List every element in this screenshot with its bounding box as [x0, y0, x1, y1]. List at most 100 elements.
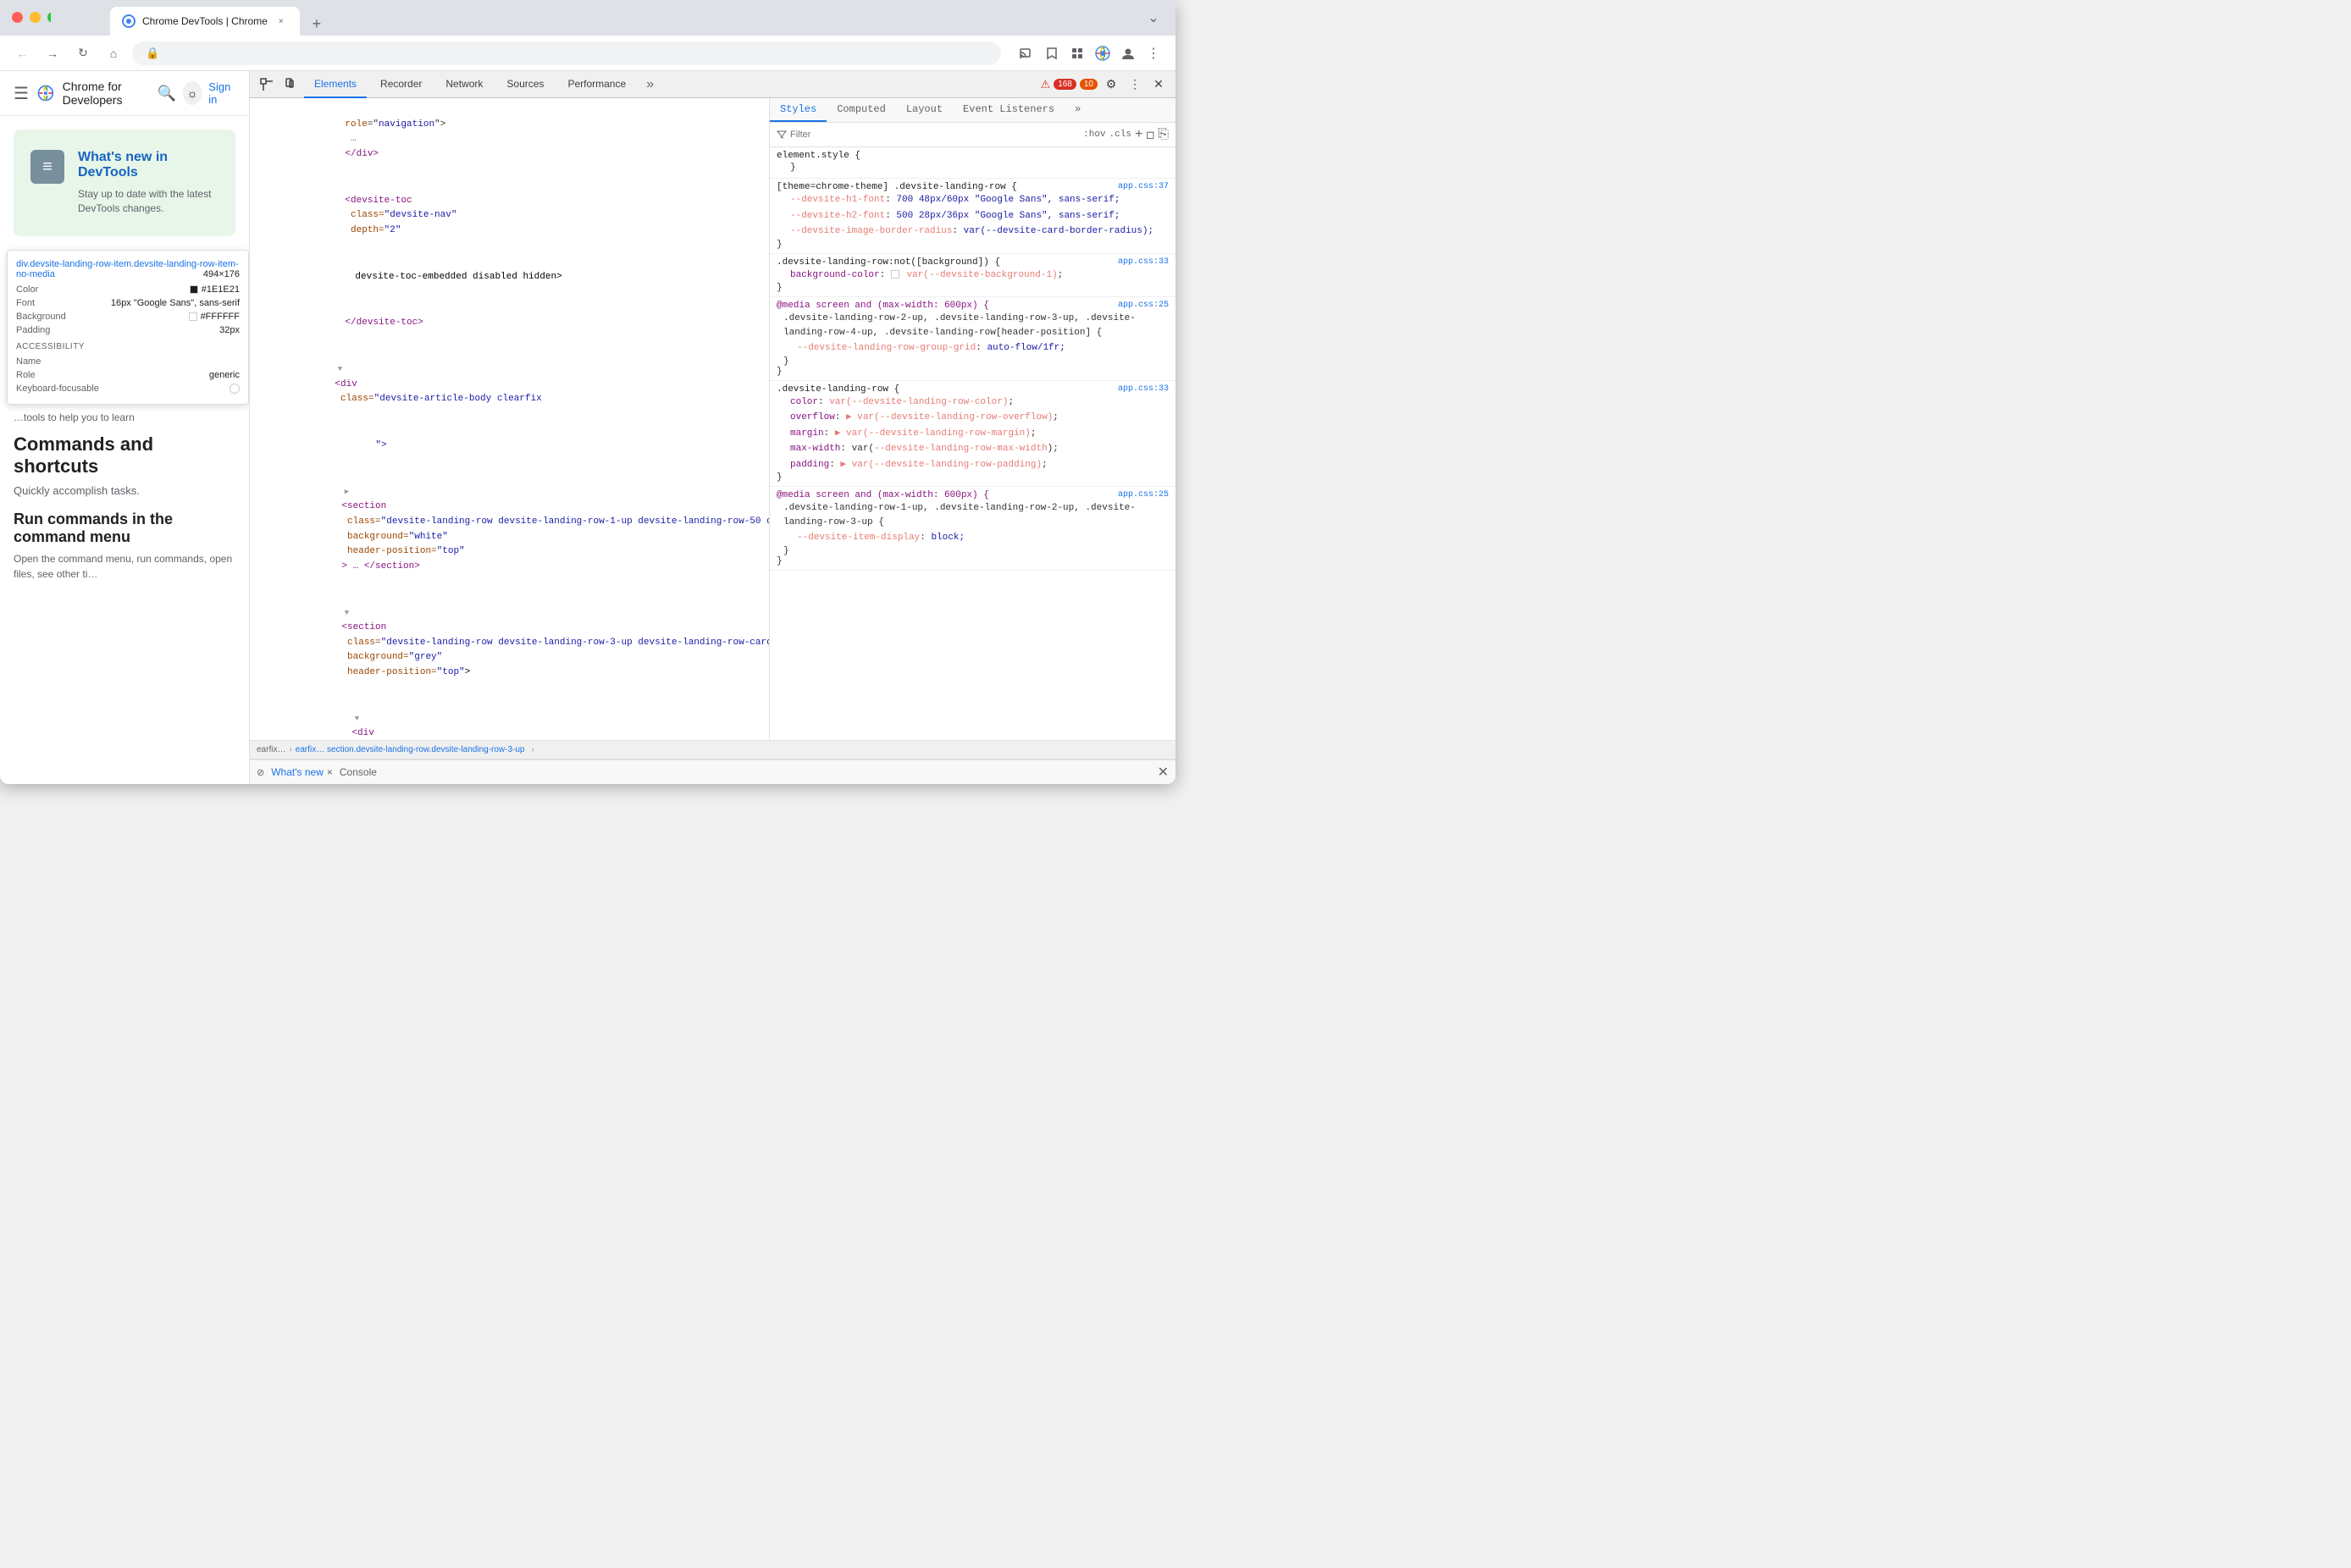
devtools-toolbar: Elements Recorder Network Sources Perfor…	[250, 71, 1176, 98]
styles-tab-event-listeners[interactable]: Event Listeners	[953, 98, 1065, 122]
hov-pseudo[interactable]: :hov	[1083, 130, 1105, 140]
cls-pseudo[interactable]: .cls	[1109, 130, 1131, 140]
styles-tab-computed[interactable]: Computed	[827, 98, 896, 122]
devtools-close-button[interactable]: ✕	[1148, 75, 1169, 95]
hero-text: What's new in DevTools Stay up to date w…	[78, 150, 219, 216]
devtools-more-button[interactable]: ⋮	[1125, 75, 1145, 95]
style-section-landing-row: app.css:33 .devsite-landing-row { color:…	[770, 381, 1176, 488]
active-tab[interactable]: Chrome DevTools | Chrome ×	[110, 7, 300, 36]
style-source[interactable]: app.css:25	[1118, 490, 1169, 500]
style-section-media-600-2: app.css:25 @media screen and (max-width:…	[770, 487, 1176, 571]
tab-favicon	[122, 14, 136, 28]
theme-toggle-button[interactable]: ☼	[183, 81, 202, 105]
tab-close-button[interactable]: ×	[274, 14, 288, 28]
html-line[interactable]: role="navigation"> … </div>	[250, 102, 769, 178]
address-bar: ← → ↻ ⌂ 🔒	[0, 36, 1176, 71]
html-line[interactable]: </devsite-toc>	[250, 301, 769, 347]
website-panel: ☰ Chrome for Developers 🔍 ☼ Sign in	[0, 71, 250, 784]
hamburger-menu[interactable]: ☰	[14, 83, 29, 104]
a11y-role-value: generic	[209, 370, 240, 380]
html-line[interactable]: ▶ <section class="devsite-landing-row de…	[250, 469, 769, 590]
chrome-menu-button[interactable]: ⌄	[1142, 6, 1165, 30]
styles-new-rule[interactable]: ◻	[1147, 126, 1155, 143]
dt-bottom-bar: earfix… › earfix… section.devsite-landin…	[250, 740, 1176, 759]
console-tab-whatsnew[interactable]: What's new ×	[271, 766, 333, 778]
user-avatar[interactable]	[1116, 41, 1140, 65]
styles-tabs: Styles Computed Layout Event Listeners »	[770, 98, 1176, 123]
style-section-element: element.style { }	[770, 147, 1176, 179]
reload-button[interactable]: ↻	[71, 41, 95, 65]
html-line[interactable]: devsite-toc-embedded disabled hidden>	[250, 254, 769, 301]
back-button[interactable]: ←	[10, 41, 34, 65]
commands-desc: Quickly accomplish tasks.	[14, 484, 235, 497]
tab-sources[interactable]: Sources	[496, 71, 554, 98]
html-line[interactable]: ▼ <div class="devsite-article-body clear…	[250, 347, 769, 423]
chrome-profile-icon[interactable]	[1091, 41, 1115, 65]
console-tab-console[interactable]: Console	[340, 766, 377, 778]
styles-tab-more[interactable]: »	[1065, 98, 1091, 122]
a11y-name-row: Name	[16, 355, 240, 368]
html-line[interactable]: ">	[250, 422, 769, 469]
more-tabs-button[interactable]: »	[639, 71, 661, 98]
tab-recorder[interactable]: Recorder	[370, 71, 432, 98]
html-line[interactable]: ▼ <section class="devsite-landing-row de…	[250, 590, 769, 696]
tab-title: Chrome DevTools | Chrome	[142, 15, 268, 27]
copy-styles[interactable]: ⎘	[1158, 127, 1169, 142]
html-line[interactable]: <devsite-toc class="devsite-nav" depth="…	[250, 178, 769, 254]
site-actions: 🔍 ☼ Sign in	[158, 80, 235, 106]
close-button[interactable]	[12, 12, 23, 23]
device-toolbar-button[interactable]	[280, 75, 301, 95]
html-line[interactable]: ▼ <div class="devsite-landing-row-inner"…	[250, 696, 769, 740]
padding-value: 32px	[219, 325, 240, 335]
style-source[interactable]: app.css:33	[1118, 257, 1169, 267]
tab-network[interactable]: Network	[435, 71, 493, 98]
minimize-button[interactable]	[30, 12, 41, 23]
new-tab-button[interactable]: +	[305, 12, 329, 36]
tab-elements[interactable]: Elements	[304, 71, 367, 98]
error-badge: 168	[1054, 79, 1076, 90]
main-content: ☰ Chrome for Developers 🔍 ☼ Sign in	[0, 71, 1176, 784]
page-content: …tools to help you to learn Commands and…	[0, 411, 249, 582]
error-count[interactable]: ⚠ 168 10	[1041, 78, 1098, 91]
sign-in-button[interactable]: Sign in	[208, 80, 235, 106]
style-source[interactable]: app.css:33	[1118, 384, 1169, 394]
style-section-media-600-1: app.css:25 @media screen and (max-width:…	[770, 297, 1176, 381]
styles-tab-layout[interactable]: Layout	[896, 98, 953, 122]
add-style-rule[interactable]: +	[1135, 127, 1143, 142]
chrome-settings-menu[interactable]: ⋮	[1142, 41, 1165, 65]
console-escape-icon: ⊘	[257, 767, 264, 778]
extensions-icon[interactable]	[1065, 41, 1089, 65]
whatsnew-close[interactable]: ×	[327, 766, 333, 778]
padding-label: Padding	[16, 325, 50, 335]
bottom-panel-close[interactable]: ✕	[1158, 764, 1169, 781]
color-value: #1E1E21	[190, 284, 240, 295]
security-icon: 🔒	[146, 47, 159, 60]
style-section-chrome-theme: app.css:37 [theme=chrome-theme] .devsite…	[770, 179, 1176, 254]
inspector-elem-size: 494×176	[203, 269, 240, 279]
breadcrumb-section[interactable]: earfix… section.devsite-landing-row.devs…	[296, 745, 525, 754]
bg-swatch	[189, 312, 197, 321]
style-source[interactable]: app.css:37	[1118, 182, 1169, 191]
style-section-landing-row-nobg: app.css:33 .devsite-landing-row:not([bac…	[770, 254, 1176, 298]
styles-tab-styles[interactable]: Styles	[770, 98, 827, 122]
bookmark-icon[interactable]	[1040, 41, 1064, 65]
address-input[interactable]: 🔒	[132, 41, 1001, 65]
devtools-settings-button[interactable]: ⚙	[1101, 75, 1121, 95]
breadcrumb-earfix[interactable]: earfix…	[257, 745, 285, 754]
run-commands-desc: Open the command menu, run commands, ope…	[14, 551, 235, 582]
styles-filter-input[interactable]	[790, 130, 1080, 140]
style-source[interactable]: app.css:25	[1118, 301, 1169, 310]
run-commands-title: Run commands in the command menu	[14, 511, 235, 546]
chrome-window: Chrome DevTools | Chrome × + ⌄ ← → ↻ ⌂ 🔒	[0, 0, 1176, 784]
site-search-button[interactable]: 🔍	[158, 85, 176, 102]
bg-value: #FFFFFF	[189, 312, 240, 322]
forward-button[interactable]: →	[41, 41, 64, 65]
tab-performance[interactable]: Performance	[557, 71, 636, 98]
cast-icon[interactable]	[1015, 41, 1038, 65]
filter-icon	[777, 130, 787, 140]
warning-badge: 10	[1080, 79, 1098, 90]
inspector-color-row: Color #1E1E21	[16, 283, 240, 296]
home-button[interactable]: ⌂	[102, 41, 125, 65]
font-label: Font	[16, 298, 35, 308]
inspect-element-button[interactable]	[257, 75, 277, 95]
